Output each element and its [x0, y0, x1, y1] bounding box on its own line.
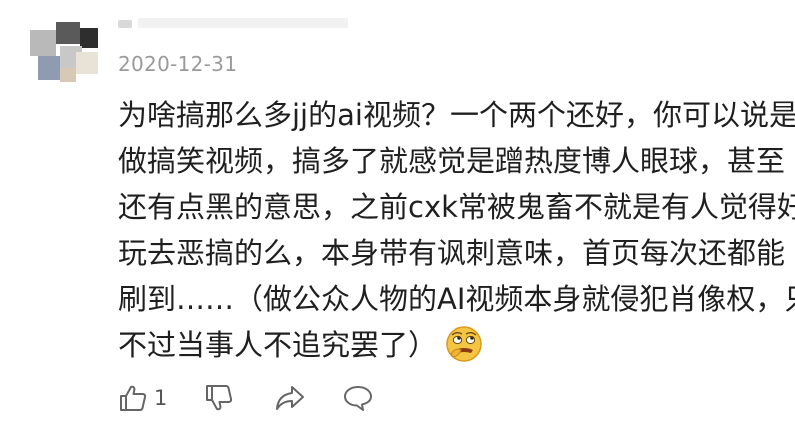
avatar[interactable]	[30, 22, 98, 82]
comment-text: 为啥搞那么多jj的ai视频？一个两个还好，你可以说是 做搞笑视频，搞多了就感觉是…	[118, 92, 795, 364]
like-button[interactable]: 1	[118, 378, 167, 418]
like-count: 1	[154, 386, 168, 410]
reply-button[interactable]	[342, 378, 374, 418]
speech-bubble-icon	[342, 383, 374, 413]
comment-line-text: 不过当事人不追究罢了）	[118, 328, 438, 362]
dislike-button[interactable]	[204, 378, 234, 418]
comment-date: 2020-12-31	[118, 52, 238, 76]
comment-line: 做搞笑视频，搞多了就感觉是蹭热度博人眼球，甚至	[118, 144, 786, 178]
rolling-eyes-emoji-icon	[445, 325, 483, 363]
comment-line: 还有点黑的意思，之前cxk常被鬼畜不就是有人觉得好	[118, 190, 795, 224]
thumbs-down-icon	[204, 383, 234, 413]
share-arrow-icon	[274, 383, 306, 413]
comment-line: 为啥搞那么多jj的ai视频？一个两个还好，你可以说是	[118, 98, 795, 132]
thumbs-up-icon	[118, 383, 148, 413]
comment-line: 刷到……（做公众人物的AI视频本身就侵犯肖像权，只	[118, 282, 795, 316]
comment-line: 玩去恶搞的么，本身带有讽刺意味，首页每次还都能	[118, 236, 786, 270]
share-button[interactable]	[274, 378, 306, 418]
username-redacted[interactable]	[118, 18, 348, 32]
comment-line-last: 不过当事人不追究罢了）	[118, 322, 795, 364]
